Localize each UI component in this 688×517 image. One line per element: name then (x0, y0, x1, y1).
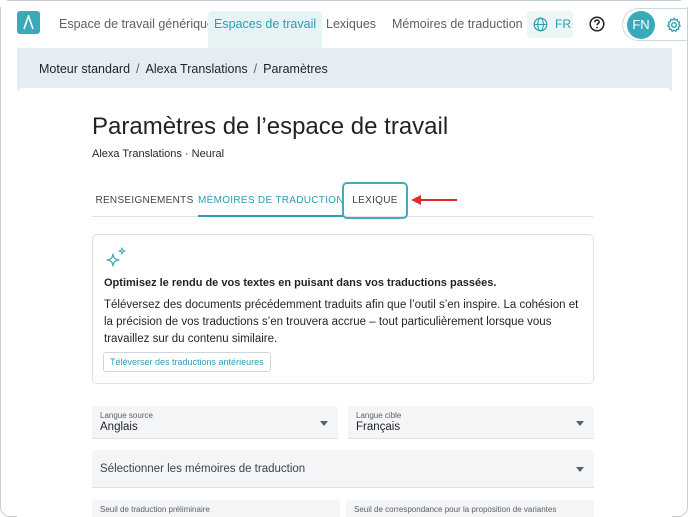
avatar[interactable]: FN (627, 11, 655, 39)
breadcrumb-separator: / (253, 62, 258, 76)
language-selector[interactable]: FR (527, 11, 573, 38)
tab-information[interactable]: RENSEIGNEMENTS (92, 184, 197, 217)
page-title: Paramètres de l’espace de travail (92, 113, 449, 140)
nav-item-lexicons[interactable]: Lexiques (320, 11, 382, 48)
tab-lexicon[interactable]: LEXIQUE (342, 182, 408, 219)
breadcrumb-separator: / (136, 62, 140, 76)
tab-translation-memories[interactable]: MÉMOIRES DE TRADUCTION (198, 184, 344, 217)
variant-threshold-field[interactable]: Seuil de correspondance pour la proposit… (346, 500, 594, 517)
breadcrumb: Moteur standard / Alexa Translations / Param… (39, 59, 328, 79)
breadcrumb-item-settings: Paramètres (263, 62, 328, 76)
sparkle-icon (106, 247, 126, 267)
preliminary-threshold-label: Seuil de traduction préliminaire (100, 505, 210, 514)
nav-item-translation-memories[interactable]: Mémoires de traduction (386, 11, 529, 48)
source-language-label: Langue source (100, 411, 153, 420)
source-language-value: Anglais (100, 421, 138, 433)
info-description: Téléversez des documents précédemment tr… (104, 299, 579, 345)
help-icon[interactable] (589, 16, 605, 32)
source-language-select[interactable]: Langue source Anglais (92, 406, 338, 439)
chevron-down-icon (576, 421, 584, 426)
target-language-label: Langue cible (356, 411, 402, 420)
nav-item-generic-workspace[interactable]: Espace de travail générique (53, 11, 220, 48)
translation-memories-select[interactable]: Sélectionner les mémoires de traduction (92, 450, 594, 488)
top-navigation: Espace de travail générique Espaces de t… (1, 1, 687, 48)
variant-threshold-label: Seuil de correspondance pour la proposit… (354, 505, 557, 514)
translation-memories-placeholder: Sélectionner les mémoires de traduction (100, 463, 306, 475)
breadcrumb-item-engine[interactable]: Moteur standard (39, 62, 130, 76)
annotation-arrow (411, 195, 457, 205)
gear-icon[interactable] (666, 17, 682, 33)
info-heading: Optimisez le rendu de vos textes en puis… (104, 277, 497, 289)
language-code: FR (555, 17, 571, 31)
target-language-select[interactable]: Langue cible Français (348, 406, 594, 439)
nav-item-workspaces[interactable]: Espaces de travail (208, 11, 323, 48)
globe-icon (533, 17, 548, 32)
page-subtitle: Alexa Translations · Neural (92, 148, 225, 160)
preliminary-threshold-field[interactable]: Seuil de traduction préliminaire (92, 500, 340, 517)
chevron-down-icon (576, 467, 584, 472)
target-language-value: Français (356, 421, 401, 433)
app-logo[interactable] (17, 11, 40, 34)
chevron-down-icon (320, 421, 328, 426)
upload-previous-translations-button[interactable]: Téléverser des traductions antérieures (103, 352, 271, 372)
breadcrumb-item-workspace[interactable]: Alexa Translations (146, 62, 248, 76)
logo-icon (23, 15, 34, 30)
